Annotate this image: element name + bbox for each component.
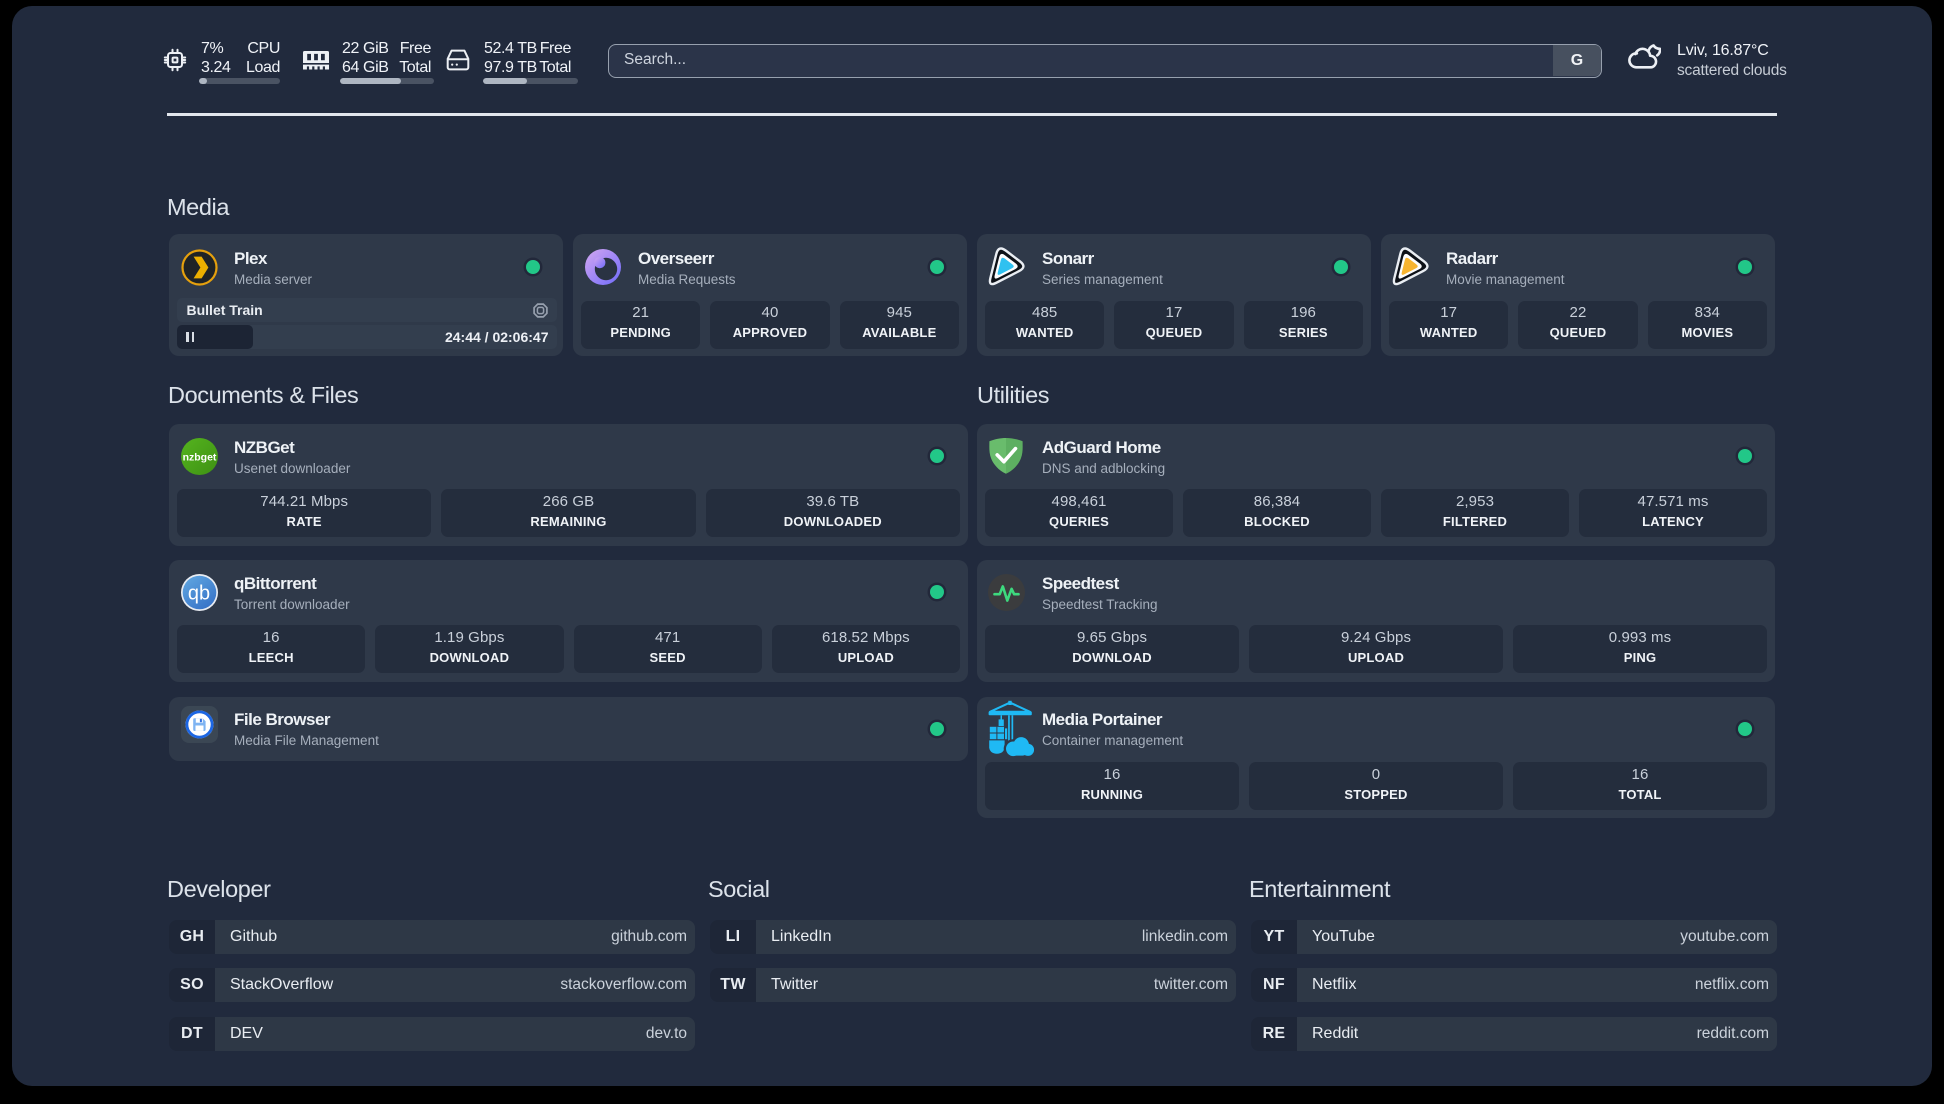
svg-text:nzbget: nzbget	[183, 451, 217, 463]
svg-text:qb: qb	[188, 583, 210, 605]
